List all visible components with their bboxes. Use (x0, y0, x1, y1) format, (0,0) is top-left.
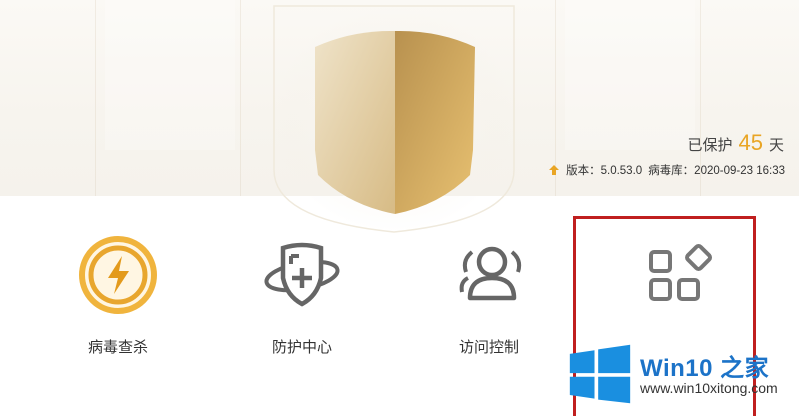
watermark-title: Win10 之家 (640, 355, 770, 382)
feature-access-control[interactable]: 访问控制 (429, 232, 549, 362)
users-icon (459, 246, 522, 301)
decor-panel (565, 0, 695, 150)
protect-days-count: 45 (738, 130, 763, 155)
virusdb-text: 病毒库：2020-09-23 16:33 (648, 165, 785, 177)
feature-label: 访问控制 (458, 339, 519, 356)
feature-label: 病毒查杀 (87, 339, 148, 356)
lightning-circle-icon (79, 236, 157, 314)
feature-virus-scan[interactable]: 病毒查杀 (58, 232, 178, 362)
decor-panel (105, 0, 235, 150)
decor-stripe (240, 0, 241, 196)
watermark-url: www.win10xitong.com (640, 380, 778, 396)
feature-protection-center[interactable]: 防护中心 (242, 232, 362, 362)
protection-days: 已保护 45 天 (687, 130, 784, 156)
protect-prefix: 已保护 (687, 137, 733, 154)
windows-logo-icon (569, 344, 631, 404)
version-text: 版本：5.0.53.0 (566, 165, 643, 177)
shield-plus-icon (264, 242, 340, 307)
version-info: 版本：5.0.53.0 病毒库：2020-09-23 16:33 (548, 162, 785, 178)
protect-suffix: 天 (768, 137, 784, 154)
feature-label: 防护中心 (271, 339, 332, 356)
upgrade-arrow-icon[interactable] (548, 164, 560, 176)
shield-icon (273, 5, 515, 233)
watermark: Win10 之家 www.win10xitong.com (565, 340, 799, 414)
decor-stripe (95, 0, 96, 196)
